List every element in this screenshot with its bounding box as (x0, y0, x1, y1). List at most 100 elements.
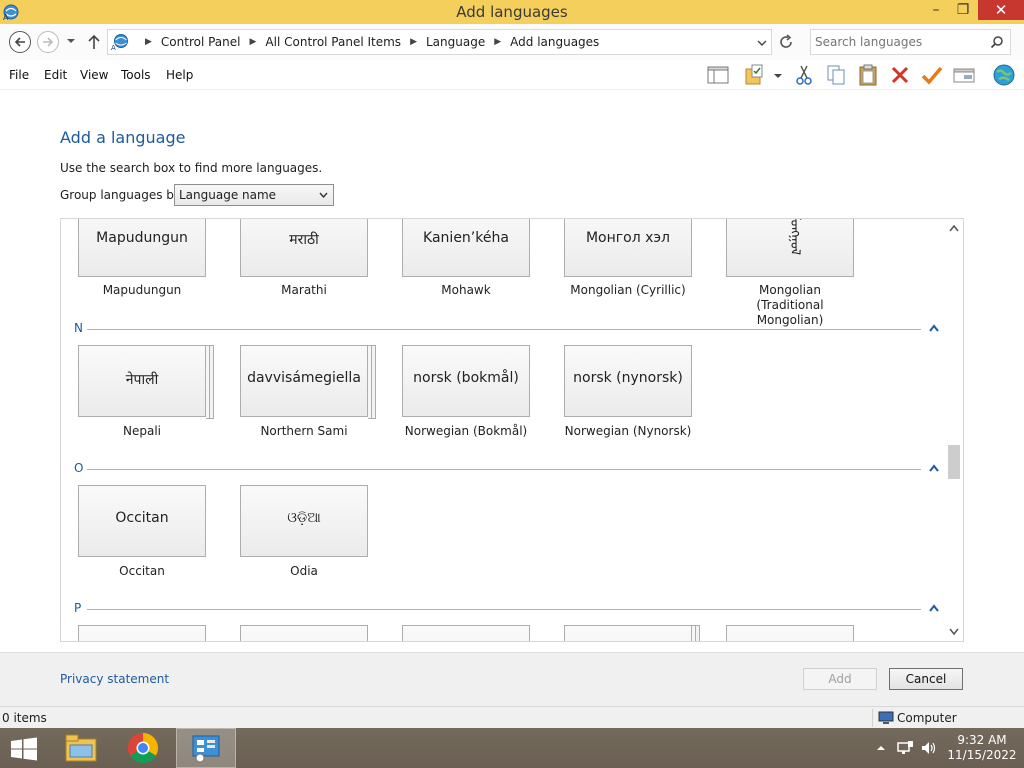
language-name: Northern Sami (260, 424, 348, 438)
arrow-right-icon (43, 37, 54, 47)
taskbar-file-explorer[interactable] (52, 728, 112, 768)
status-bar: 0 items Computer (0, 706, 1024, 728)
address-field[interactable]: A ▶ Control Panel ▶ All Control Panel It… (107, 29, 772, 55)
language-tile[interactable] (78, 625, 206, 641)
delete-icon[interactable] (888, 63, 912, 87)
forward-button[interactable] (37, 31, 59, 53)
paste-icon[interactable] (856, 63, 880, 87)
collapse-section-icon[interactable] (927, 603, 941, 613)
language-tile-mongolian-traditional[interactable]: ᠮᠣᠩᠭᠣᠯ (726, 219, 854, 277)
item-count: 0 items (2, 711, 47, 725)
copy-icon[interactable] (824, 63, 848, 87)
menu-edit[interactable]: Edit (44, 68, 67, 82)
cut-icon[interactable] (792, 63, 816, 87)
menu-help[interactable]: Help (166, 68, 193, 82)
language-tile-occitan[interactable]: Occitan (78, 485, 206, 557)
page-title: Add a language (60, 128, 186, 147)
maximize-button[interactable]: ❐ (950, 0, 976, 20)
language-tile-norwegian-bokmal[interactable]: norsk (bokmål) (402, 345, 530, 417)
language-tile-mohawk[interactable]: Kanien’kéha (402, 219, 530, 277)
chevron-down-icon[interactable] (770, 63, 786, 87)
section-divider (87, 609, 921, 610)
native-name: Mapudungun (96, 230, 188, 246)
window-title: Add languages (456, 3, 568, 21)
language-name: Nepali (123, 424, 161, 438)
scrollbar-thumb[interactable] (948, 445, 960, 479)
close-button[interactable]: ✕ (978, 0, 1024, 20)
properties-folder-icon[interactable] (744, 63, 768, 87)
recent-locations-dropdown-icon[interactable] (66, 36, 76, 46)
group-by-select[interactable]: Language name (174, 184, 334, 206)
taskbar-chrome[interactable] (114, 728, 174, 768)
language-tile-marathi[interactable]: मराठी (240, 219, 368, 277)
privacy-statement-link[interactable]: Privacy statement (60, 672, 169, 686)
arrow-left-icon (14, 37, 25, 47)
globe-icon[interactable] (992, 63, 1016, 87)
clock-date: 11/15/2022 (947, 748, 1017, 762)
network-icon[interactable] (896, 740, 914, 756)
system-clock[interactable]: 9:32 AM 11/15/2022 (944, 733, 1020, 763)
address-bar: A ▶ Control Panel ▶ All Control Panel It… (0, 24, 1024, 60)
group-by-label: Group languages by: (60, 188, 185, 202)
menu-tools[interactable]: Tools (121, 68, 151, 82)
breadcrumb-separator-icon: ▶ (494, 37, 502, 47)
section-header-o: O (74, 461, 84, 475)
search-box[interactable] (810, 29, 1011, 55)
breadcrumb-all-items[interactable]: All Control Panel Items (265, 35, 401, 49)
window-icon[interactable] (952, 63, 976, 87)
section-divider (87, 329, 921, 330)
search-icon[interactable] (990, 35, 1004, 49)
vertical-scrollbar[interactable] (945, 219, 963, 641)
control-panel-icon (192, 735, 220, 763)
language-tile[interactable] (564, 625, 700, 641)
chevron-down-icon[interactable] (757, 38, 767, 48)
language-tile-nepali[interactable]: नेपाली (78, 345, 214, 419)
chrome-icon (127, 733, 159, 764)
title-bar: A Add languages – ❐ ✕ (0, 0, 1024, 24)
language-tile[interactable] (402, 625, 530, 641)
up-arrow-icon[interactable] (86, 33, 102, 51)
language-name: Mohawk (441, 283, 491, 297)
group-by-value: Language name (179, 188, 277, 202)
language-tile[interactable] (726, 625, 854, 641)
back-button[interactable] (9, 31, 31, 53)
language-tile-odia[interactable]: ଓଡ଼ିଆ (240, 485, 368, 557)
language-tile-northern-sami[interactable]: davvisámegiella (240, 345, 376, 419)
minimize-button[interactable]: – (922, 0, 950, 20)
collapse-section-icon[interactable] (927, 463, 941, 473)
scroll-down-icon[interactable] (949, 628, 959, 636)
language-name: Mapudungun (102, 283, 182, 297)
collapse-section-icon[interactable] (927, 323, 941, 333)
cancel-button[interactable]: Cancel (889, 668, 963, 690)
search-input[interactable] (815, 34, 985, 50)
section-header-p: P (74, 601, 82, 615)
check-icon[interactable] (920, 63, 944, 87)
taskbar-control-panel[interactable] (176, 728, 236, 768)
breadcrumb-language[interactable]: Language (426, 35, 485, 49)
menu-view[interactable]: View (80, 68, 108, 82)
status-divider (872, 709, 873, 727)
breadcrumb-separator-icon: ▶ (410, 37, 417, 47)
language-tile-mongolian-cyrillic[interactable]: Монгол хэл (564, 219, 692, 277)
refresh-icon[interactable] (776, 32, 796, 52)
show-hidden-icons-icon[interactable] (876, 740, 886, 756)
language-tile-mapudungun[interactable]: Mapudungun (78, 219, 206, 277)
language-name: Mongolian (Cyrillic) (570, 283, 686, 297)
windows-start-icon[interactable] (10, 737, 38, 761)
menu-file[interactable]: File (9, 68, 29, 82)
language-tile-norwegian-nynorsk[interactable]: norsk (nynorsk) (564, 345, 692, 417)
language-list: Mapudungun Mapudungun मराठी Marathi Kani… (60, 218, 964, 642)
section-divider (87, 469, 921, 470)
breadcrumb-control-panel[interactable]: Control Panel (161, 35, 241, 49)
add-button[interactable]: Add (803, 668, 877, 690)
native-name: Occitan (115, 510, 169, 526)
breadcrumb-add-languages[interactable]: Add languages (510, 35, 599, 49)
native-name: norsk (nynorsk) (573, 370, 683, 386)
layout-icon[interactable] (706, 63, 730, 87)
clock-time: 9:32 AM (957, 733, 1007, 747)
language-name: Occitan (119, 564, 165, 578)
volume-icon[interactable] (920, 740, 938, 756)
scroll-up-icon[interactable] (949, 224, 959, 232)
native-name: ଓଡ଼ିଆ (287, 510, 321, 526)
language-tile[interactable] (240, 625, 368, 641)
